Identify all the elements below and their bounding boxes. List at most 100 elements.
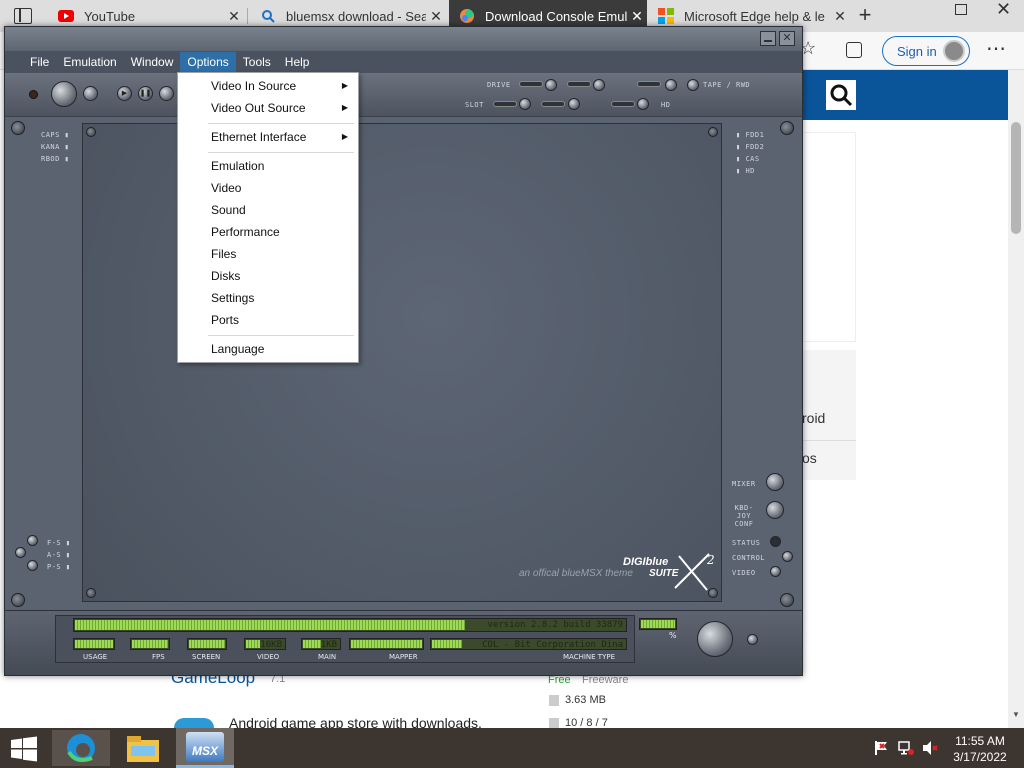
- tape-eject[interactable]: [665, 79, 677, 91]
- restore-window-icon[interactable]: [955, 4, 967, 15]
- drive-a-eject[interactable]: [545, 79, 557, 91]
- speed-reset-button[interactable]: [747, 634, 758, 645]
- slot-1-eject[interactable]: [519, 98, 531, 110]
- menu-item-video-in-source[interactable]: Video In Source ▶: [178, 75, 358, 97]
- menu-item-settings[interactable]: Settings: [178, 287, 358, 309]
- network-icon[interactable]: [898, 740, 914, 756]
- close-icon[interactable]: ✕: [627, 8, 647, 25]
- drive-b-slot[interactable]: [567, 81, 591, 87]
- close-icon[interactable]: ✕: [830, 8, 850, 25]
- menu-tools[interactable]: Tools: [236, 52, 278, 72]
- fs-switch[interactable]: [27, 535, 38, 546]
- main-label: MAIN: [318, 653, 337, 661]
- screw-icon: [708, 127, 718, 137]
- control-button[interactable]: [782, 551, 793, 562]
- fs-label: F-S ▮: [47, 539, 71, 547]
- ps-label: P-S ▮: [47, 563, 71, 571]
- emulator-toolbar: ▶ ❚❚ DRIVE SLOT TAPE / RWD HD: [5, 73, 802, 117]
- screw-icon: [86, 588, 96, 598]
- submenu-arrow-icon: ▶: [341, 103, 348, 112]
- hd-eject[interactable]: [637, 98, 649, 110]
- file-explorer-icon[interactable]: [114, 730, 172, 766]
- list-item[interactable]: os: [802, 450, 817, 466]
- status-button[interactable]: [770, 536, 781, 547]
- mixer-label: MIXER: [732, 480, 756, 488]
- kbd-joy-knob[interactable]: [766, 501, 784, 519]
- menu-options[interactable]: Options: [180, 52, 236, 72]
- menu-file[interactable]: File: [23, 52, 56, 72]
- windows-start-icon[interactable]: [10, 736, 40, 762]
- usage-label: USAGE: [83, 653, 108, 661]
- volume-muted-icon[interactable]: [922, 740, 938, 756]
- menu-item-video[interactable]: Video: [178, 177, 358, 199]
- drive-a-slot[interactable]: [519, 81, 543, 87]
- menu-help[interactable]: Help: [278, 52, 317, 72]
- tape-rewind[interactable]: [687, 79, 699, 91]
- menu-item-performance[interactable]: Performance: [178, 221, 358, 243]
- slot-2[interactable]: [541, 101, 565, 107]
- menu-emulation[interactable]: Emulation: [56, 52, 123, 72]
- emulator-titlebar[interactable]: ✕: [5, 27, 802, 51]
- caps-led: CAPS ▮: [41, 131, 70, 139]
- edge-icon[interactable]: [52, 730, 110, 766]
- drive-b-eject[interactable]: [593, 79, 605, 91]
- reset-knob[interactable]: [51, 81, 77, 107]
- bluemsx-window: ✕ File Emulation Window Options Tools He…: [4, 26, 803, 676]
- slot-2-eject[interactable]: [568, 98, 580, 110]
- menu-item-emulation[interactable]: Emulation: [178, 155, 358, 177]
- as-switch[interactable]: [15, 547, 26, 558]
- menu-item-ports[interactable]: Ports: [178, 309, 358, 331]
- slot-1[interactable]: [493, 101, 517, 107]
- fps-label: FPS: [152, 653, 165, 661]
- stop-button[interactable]: [159, 86, 174, 101]
- hd-slot[interactable]: [611, 101, 635, 107]
- page-scrollbar[interactable]: ▼: [1008, 70, 1024, 728]
- new-tab-button[interactable]: +: [852, 2, 878, 30]
- file-size-icon: [549, 695, 559, 706]
- speed-knob[interactable]: [697, 621, 733, 657]
- search-icon[interactable]: [826, 80, 856, 110]
- menu-item-disks[interactable]: Disks: [178, 265, 358, 287]
- clock-date[interactable]: 3/17/2022: [950, 750, 1010, 764]
- bluemsx-icon[interactable]: MSX: [176, 728, 234, 768]
- screw-icon: [780, 121, 794, 135]
- mixer-knob[interactable]: [766, 473, 784, 491]
- play-button[interactable]: ▶: [117, 86, 132, 101]
- video-button[interactable]: [770, 566, 781, 577]
- collections-icon[interactable]: [846, 42, 862, 58]
- scroll-down-arrow-icon[interactable]: ▼: [1012, 710, 1020, 719]
- list-item[interactable]: roid: [802, 410, 825, 426]
- tape-slot[interactable]: [637, 81, 661, 87]
- menu-item-files[interactable]: Files: [178, 243, 358, 265]
- pause-button[interactable]: ❚❚: [138, 86, 153, 101]
- menu-item-language[interactable]: Language: [178, 338, 358, 360]
- sign-in-button[interactable]: Sign in: [882, 36, 970, 66]
- submenu-arrow-icon: ▶: [341, 132, 348, 141]
- close-icon[interactable]: ✕: [426, 8, 446, 25]
- scrollbar-thumb[interactable]: [1011, 122, 1021, 234]
- tab-label: bluemsx download - Sear: [286, 8, 426, 24]
- clock-time[interactable]: 11:55 AM: [950, 734, 1010, 748]
- close-button[interactable]: ✕: [779, 31, 795, 46]
- more-options-icon[interactable]: ⋯: [986, 36, 1006, 61]
- power-knob[interactable]: [83, 86, 98, 101]
- power-led: [29, 90, 38, 99]
- mapper-display: [349, 638, 424, 650]
- as-label: A-S ▮: [47, 551, 71, 559]
- drive-label: DRIVE: [487, 81, 511, 89]
- menu-window[interactable]: Window: [124, 52, 181, 72]
- tab-label: Microsoft Edge help & le: [684, 8, 825, 24]
- tab-actions-icon[interactable]: [14, 8, 32, 24]
- menu-item-sound[interactable]: Sound: [178, 199, 358, 221]
- close-icon[interactable]: ✕: [224, 8, 244, 25]
- close-window-icon[interactable]: ✕: [996, 0, 1011, 20]
- menu-item-ethernet-interface[interactable]: Ethernet Interface ▶: [178, 126, 358, 148]
- menu-item-video-out-source[interactable]: Video Out Source ▶: [178, 97, 358, 119]
- logo-tagline: an offical blueMSX theme: [519, 568, 633, 579]
- status-label: STATUS: [732, 539, 761, 547]
- submenu-arrow-icon: ▶: [341, 81, 348, 90]
- minimize-button[interactable]: [760, 31, 776, 46]
- video-label: VIDEO: [257, 653, 280, 661]
- ps-switch[interactable]: [27, 560, 38, 571]
- action-center-flag-icon[interactable]: [874, 740, 888, 756]
